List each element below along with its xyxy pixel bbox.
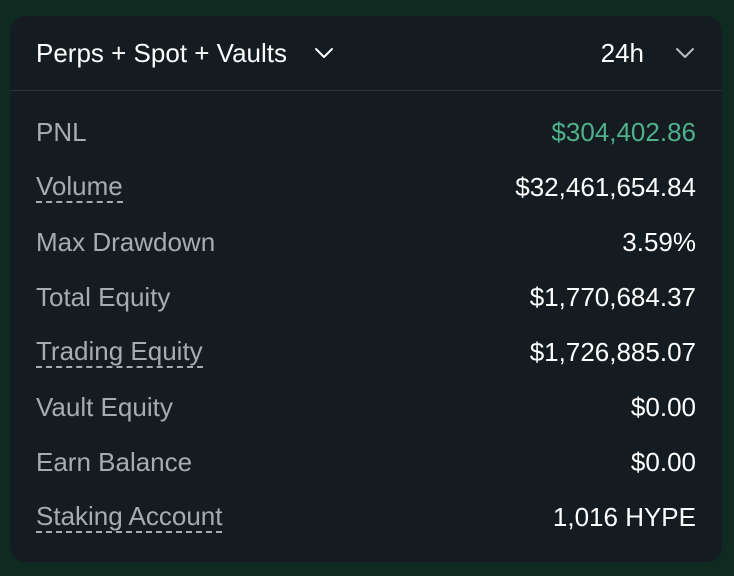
metric-row-max-drawdown: Max Drawdown 3.59% [36,215,696,270]
chevron-down-icon [674,46,696,60]
metric-label-tooltip[interactable]: Volume [36,172,123,203]
metric-label: Earn Balance [36,447,193,477]
metric-label-tooltip[interactable]: Staking Account [36,502,223,533]
metric-value: $32,461,654.84 [515,172,696,202]
metric-row-trading-equity: Trading Equity $1,726,885.07 [36,325,696,380]
metrics-list: PNL $304,402.86 Volume $32,461,654.84 Ma… [10,91,722,545]
metric-label: Max Drawdown [36,227,216,257]
metric-value: $1,726,885.07 [529,337,696,367]
metric-value: $0.00 [630,392,696,422]
metric-row-volume: Volume $32,461,654.84 [36,160,696,215]
metric-label: PNL [36,117,87,147]
metric-value: $304,402.86 [551,117,696,147]
metric-label: Total Equity [36,282,171,312]
metric-value: 3.59% [622,227,696,257]
chevron-down-icon [313,46,335,60]
metric-value: $0.00 [630,447,696,477]
metric-value: 1,016 HYPE [552,502,696,532]
metric-value: $1,770,684.37 [529,282,696,312]
account-summary-card: Perps + Spot + Vaults 24h PNL $304,402.8… [10,16,722,562]
scope-dropdown-label: Perps + Spot + Vaults [36,37,287,68]
metric-row-earn-balance: Earn Balance $0.00 [36,435,696,490]
metric-row-pnl: PNL $304,402.86 [36,105,696,160]
card-header: Perps + Spot + Vaults 24h [10,16,722,91]
metric-row-staking-account: Staking Account 1,016 HYPE [36,490,696,545]
period-dropdown[interactable]: 24h [601,38,696,69]
metric-label: Vault Equity [36,392,173,422]
period-dropdown-label: 24h [600,37,644,68]
metric-row-total-equity: Total Equity $1,770,684.37 [36,270,696,325]
metric-row-vault-equity: Vault Equity $0.00 [36,380,696,435]
scope-dropdown[interactable]: Perps + Spot + Vaults [36,38,335,69]
metric-label-tooltip[interactable]: Trading Equity [36,337,203,368]
